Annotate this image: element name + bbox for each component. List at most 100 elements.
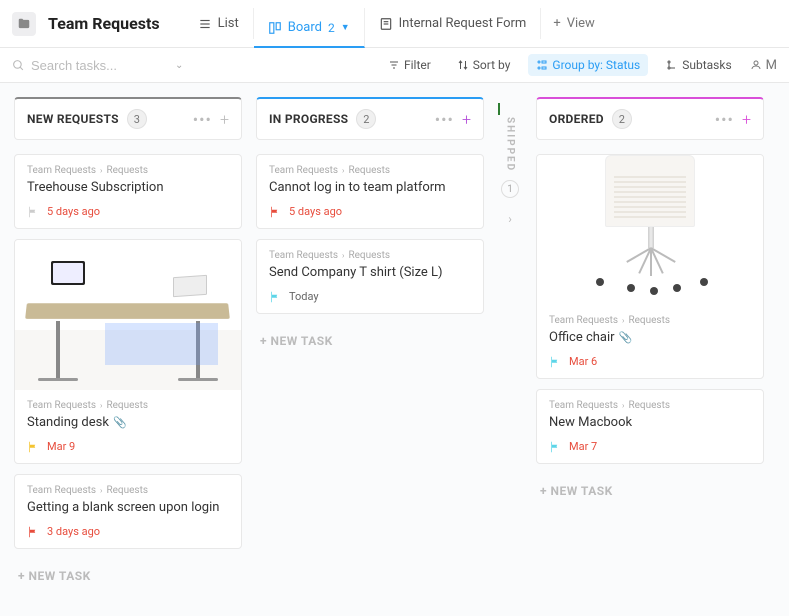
user-menu[interactable]: M bbox=[750, 58, 777, 73]
breadcrumb-part: Team Requests bbox=[269, 165, 338, 176]
breadcrumb-part: Team Requests bbox=[27, 485, 96, 496]
breadcrumb: Team Requests › Requests bbox=[269, 165, 471, 176]
breadcrumb-part: Team Requests bbox=[27, 165, 96, 176]
card-title: Getting a blank screen upon login bbox=[27, 500, 229, 515]
folder-icon bbox=[12, 12, 36, 36]
sort-button[interactable]: Sort by bbox=[449, 54, 519, 76]
breadcrumb-part: Team Requests bbox=[269, 250, 338, 261]
breadcrumb-part: Requests bbox=[348, 165, 390, 176]
flag-icon[interactable] bbox=[549, 441, 561, 453]
toolbar: ⌄ Filter Sort by Group by: Status Subtas… bbox=[0, 48, 789, 83]
search-dropdown-icon[interactable]: ⌄ bbox=[175, 60, 183, 71]
card-date: 5 days ago bbox=[289, 205, 342, 218]
breadcrumb-part: Team Requests bbox=[549, 315, 618, 326]
column-title: IN PROGRESS bbox=[269, 112, 348, 126]
standing-desk-image bbox=[15, 240, 241, 390]
column-header: IN PROGRESS 2 ••• + bbox=[256, 97, 484, 140]
breadcrumb-part: Requests bbox=[628, 315, 670, 326]
breadcrumb: Team Requests › Requests bbox=[549, 315, 751, 326]
view-tabs: List Board 2 ▼ Internal Request Form + V… bbox=[184, 8, 607, 39]
chevron-right-icon: › bbox=[100, 486, 102, 495]
column-more-icon[interactable]: ••• bbox=[193, 110, 212, 129]
column-add-icon[interactable]: + bbox=[742, 110, 751, 129]
task-card[interactable]: Team Requests › Requests Getting a blank… bbox=[14, 474, 242, 549]
breadcrumb: Team Requests › Requests bbox=[27, 165, 229, 176]
attachment-icon: 📎 bbox=[619, 331, 633, 344]
card-image bbox=[537, 155, 763, 305]
card-date: 3 days ago bbox=[47, 525, 100, 538]
tab-list[interactable]: List bbox=[184, 8, 254, 39]
search-icon bbox=[12, 59, 25, 72]
column-header: NEW REQUESTS 3 ••• + bbox=[14, 97, 242, 140]
search-input[interactable] bbox=[31, 58, 161, 73]
new-task-button[interactable]: + NEW TASK bbox=[536, 474, 764, 508]
sort-icon bbox=[457, 59, 469, 71]
add-view-label: View bbox=[567, 16, 595, 31]
breadcrumb-part: Requests bbox=[106, 400, 148, 411]
column-more-icon[interactable]: ••• bbox=[435, 110, 454, 129]
add-view-button[interactable]: + View bbox=[541, 8, 607, 39]
card-title: Send Company T shirt (Size L) bbox=[269, 265, 471, 280]
card-date: Mar 7 bbox=[569, 440, 597, 453]
office-chair-image bbox=[537, 155, 763, 305]
tab-label: Board bbox=[288, 20, 322, 35]
tab-form[interactable]: Internal Request Form bbox=[365, 8, 542, 39]
flag-icon[interactable] bbox=[269, 291, 281, 303]
tab-board[interactable]: Board 2 ▼ bbox=[254, 8, 365, 48]
plus-icon: + bbox=[553, 16, 560, 31]
column-add-icon[interactable]: + bbox=[220, 110, 229, 129]
tab-label: List bbox=[218, 16, 239, 31]
column-in-progress: IN PROGRESS 2 ••• + Team Requests › Requ… bbox=[256, 97, 484, 602]
card-title-text: Office chair bbox=[549, 330, 615, 345]
flag-icon[interactable] bbox=[269, 206, 281, 218]
group-by-button[interactable]: Group by: Status bbox=[528, 54, 648, 76]
task-card[interactable]: Team Requests › Requests Cannot log in t… bbox=[256, 154, 484, 229]
breadcrumb-part: Requests bbox=[348, 250, 390, 261]
new-task-button[interactable]: + NEW TASK bbox=[256, 324, 484, 358]
breadcrumb-part: Requests bbox=[106, 165, 148, 176]
filter-label: Filter bbox=[404, 58, 431, 72]
sort-label: Sort by bbox=[473, 58, 511, 72]
cards-list: Team Requests › Requests Treehouse Subsc… bbox=[14, 154, 242, 593]
task-card[interactable]: Team Requests › Requests Standing desk 📎… bbox=[14, 239, 242, 464]
flag-icon[interactable] bbox=[549, 356, 561, 368]
cards-list: Team Requests › Requests Office chair 📎 … bbox=[536, 154, 764, 508]
column-shipped-collapsed[interactable]: SHIPPED 1 › bbox=[498, 97, 522, 602]
subtasks-button[interactable]: Subtasks bbox=[658, 54, 739, 76]
column-count: 3 bbox=[127, 109, 147, 129]
card-image bbox=[15, 240, 241, 390]
task-card[interactable]: Team Requests › Requests Send Company T … bbox=[256, 239, 484, 314]
attachment-icon: 📎 bbox=[113, 416, 127, 429]
cards-list: Team Requests › Requests Cannot log in t… bbox=[256, 154, 484, 358]
chevron-right-icon: › bbox=[622, 401, 624, 410]
filter-icon bbox=[388, 59, 400, 71]
search-wrap: ⌄ bbox=[12, 58, 202, 73]
expand-icon[interactable]: › bbox=[508, 212, 512, 226]
task-card[interactable]: Team Requests › Requests New Macbook Mar… bbox=[536, 389, 764, 464]
column-title: SHIPPED bbox=[505, 117, 516, 172]
breadcrumb: Team Requests › Requests bbox=[27, 400, 229, 411]
breadcrumb: Team Requests › Requests bbox=[549, 400, 751, 411]
card-date: 5 days ago bbox=[47, 205, 100, 218]
subtasks-label: Subtasks bbox=[682, 58, 731, 72]
chevron-right-icon: › bbox=[100, 401, 102, 410]
card-title: Treehouse Subscription bbox=[27, 180, 229, 195]
flag-icon[interactable] bbox=[27, 441, 39, 453]
breadcrumb: Team Requests › Requests bbox=[27, 485, 229, 496]
filter-button[interactable]: Filter bbox=[380, 54, 439, 76]
new-task-button[interactable]: + NEW TASK bbox=[14, 559, 242, 593]
chevron-right-icon: › bbox=[342, 166, 344, 175]
column-title: ORDERED bbox=[549, 112, 604, 126]
flag-icon[interactable] bbox=[27, 206, 39, 218]
column-more-icon[interactable]: ••• bbox=[715, 110, 734, 129]
flag-icon[interactable] bbox=[27, 526, 39, 538]
task-card[interactable]: Team Requests › Requests Treehouse Subsc… bbox=[14, 154, 242, 229]
user-label: M bbox=[766, 58, 777, 73]
breadcrumb-part: Team Requests bbox=[27, 400, 96, 411]
column-add-icon[interactable]: + bbox=[462, 110, 471, 129]
column-ordered: ORDERED 2 ••• + bbox=[536, 97, 764, 602]
column-new-requests: NEW REQUESTS 3 ••• + Team Requests › Req… bbox=[14, 97, 242, 602]
task-card[interactable]: Team Requests › Requests Office chair 📎 … bbox=[536, 154, 764, 379]
header: Team Requests List Board 2 ▼ Internal Re… bbox=[0, 0, 789, 48]
group-label: Group by: Status bbox=[552, 58, 640, 72]
